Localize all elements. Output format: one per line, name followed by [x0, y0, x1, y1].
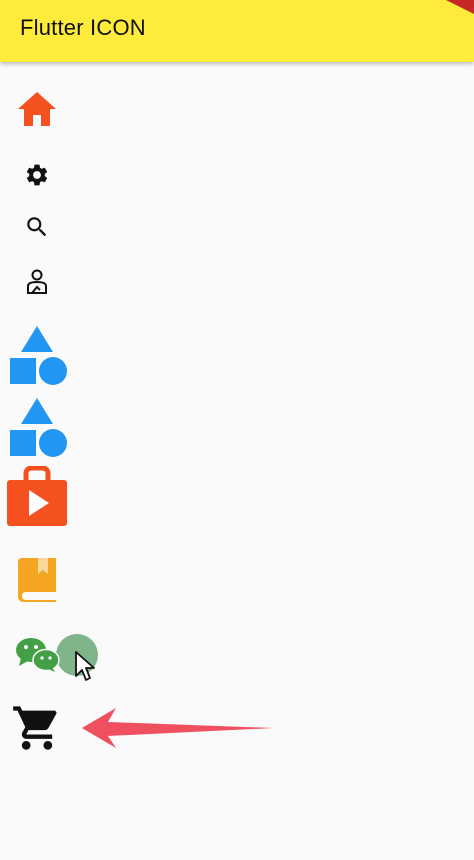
app-bar-title: Flutter ICON: [20, 15, 146, 40]
wechat-icon: [16, 638, 60, 672]
shapes-icon: [10, 326, 67, 385]
app-bar: Flutter ICON: [0, 0, 474, 62]
gear-icon: [26, 164, 48, 186]
person-outline-icon: [27, 269, 47, 294]
annotation-arrow: [82, 708, 274, 748]
mouse-cursor-icon: [75, 651, 95, 681]
debug-banner: [446, 0, 474, 14]
icon-list: [0, 62, 474, 860]
shopping-cart-icon: [13, 706, 57, 750]
search-icon: [27, 217, 47, 237]
play-store-bag-icon: [7, 466, 67, 526]
shapes-icon: [10, 398, 67, 457]
book-icon: [18, 558, 56, 602]
home-icon: [18, 92, 56, 126]
